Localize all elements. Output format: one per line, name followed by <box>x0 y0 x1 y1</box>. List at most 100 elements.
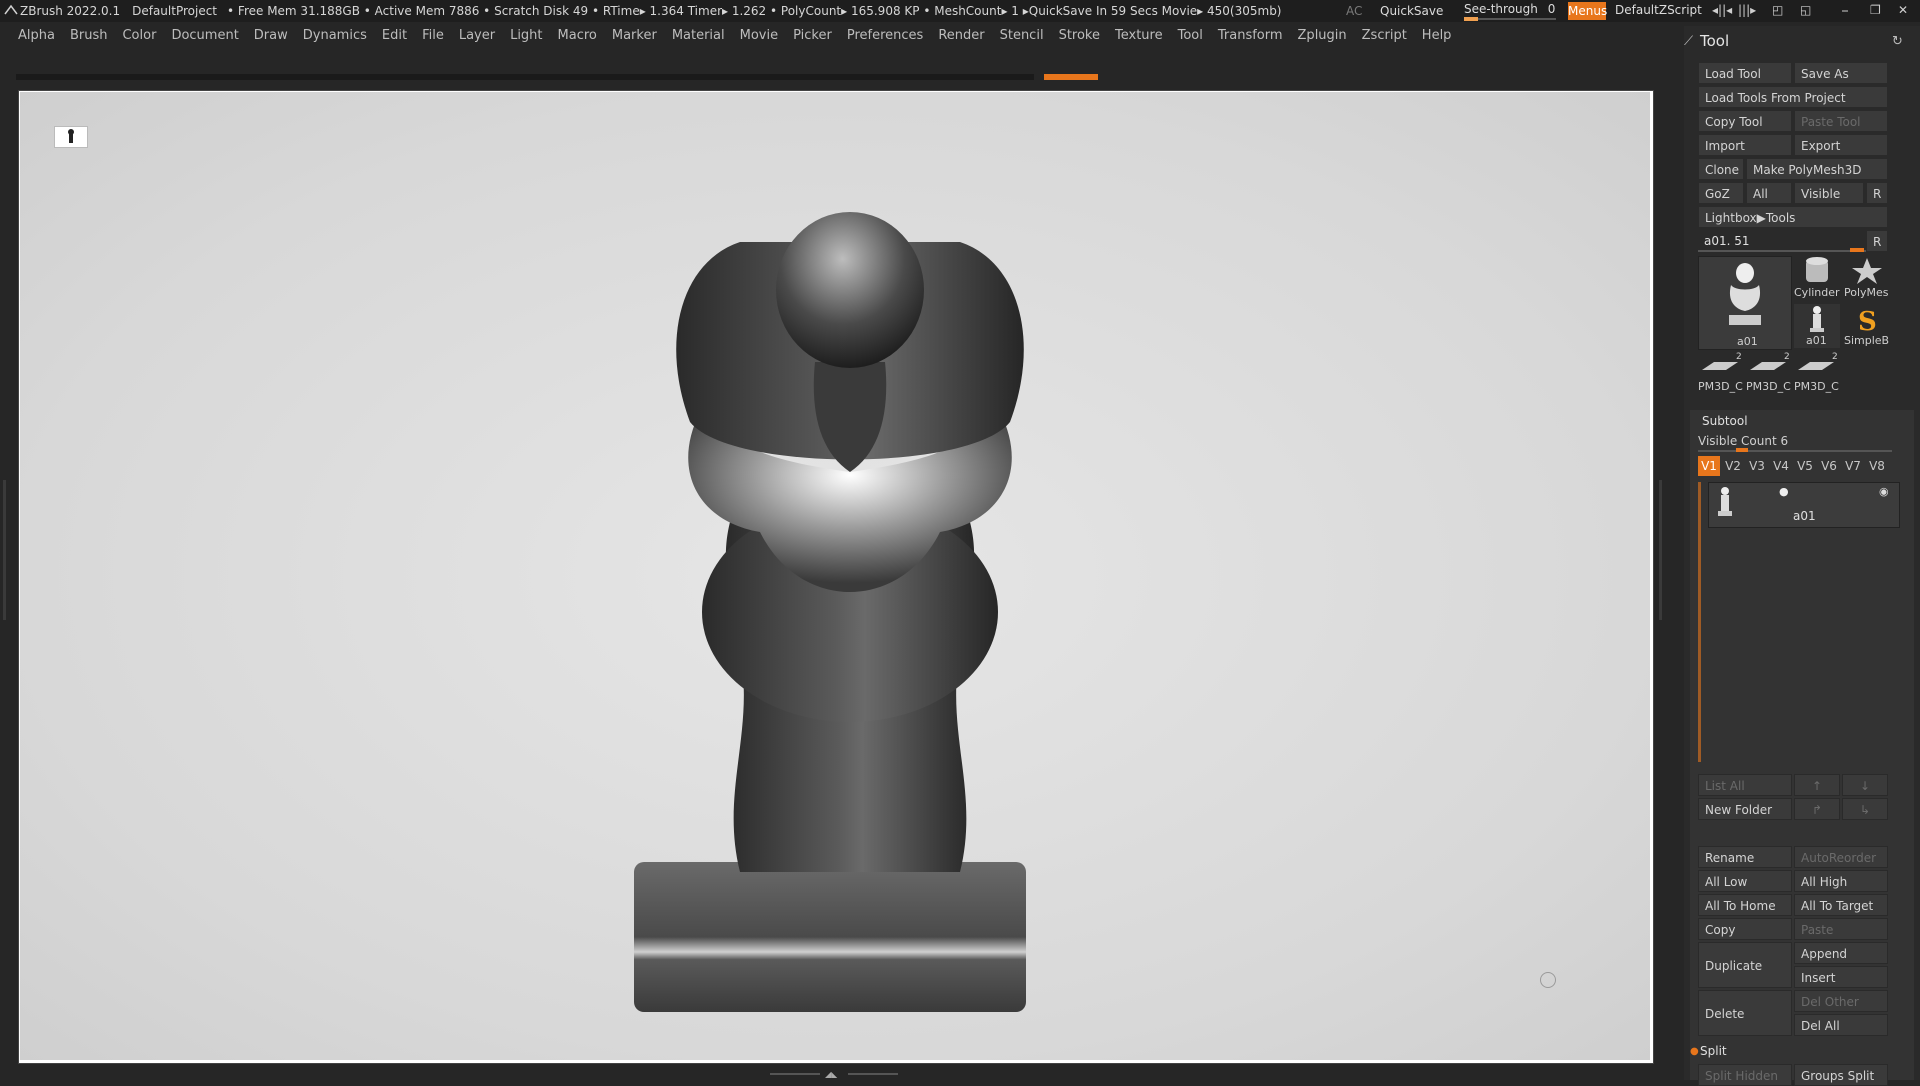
document-canvas[interactable] <box>20 92 1650 1060</box>
see-through-knob[interactable] <box>1464 17 1478 21</box>
paste-button[interactable]: Paste <box>1794 918 1888 940</box>
menu-zplugin[interactable]: Zplugin <box>1298 28 1347 43</box>
menu-draw[interactable]: Draw <box>254 28 288 43</box>
resize-icon-b[interactable]: |||▸ <box>1738 3 1756 17</box>
menu-brush[interactable]: Brush <box>70 28 108 43</box>
current-tool-slider[interactable]: a01. 51 <box>1698 230 1866 252</box>
tool-thumb-pm3d-3[interactable]: 2 PM3D_C <box>1794 352 1840 396</box>
insert-button[interactable]: Insert <box>1794 966 1888 988</box>
menu-tool[interactable]: Tool <box>1178 28 1203 43</box>
all-to-home-button[interactable]: All To Home <box>1698 894 1792 916</box>
menu-texture[interactable]: Texture <box>1115 28 1163 43</box>
navigator-thumbnail[interactable] <box>54 126 88 148</box>
rename-button[interactable]: Rename <box>1698 846 1792 868</box>
menu-dynamics[interactable]: Dynamics <box>303 28 367 43</box>
menu-stencil[interactable]: Stencil <box>1000 28 1044 43</box>
subtool-list-scrollbar[interactable] <box>1698 482 1701 762</box>
minimize-icon[interactable]: ⎯ <box>1842 3 1848 18</box>
all-to-target-button[interactable]: All To Target <box>1794 894 1888 916</box>
folder-out-icon[interactable]: ↳ <box>1842 798 1888 820</box>
visibility-tab-v3[interactable]: V3 <box>1746 456 1768 476</box>
all-low-button[interactable]: All Low <box>1698 870 1792 892</box>
autoreorder-button[interactable]: AutoReorder <box>1794 846 1888 868</box>
tool-thumb-polymesh[interactable]: PolyMes <box>1844 256 1890 300</box>
layout-icon-a[interactable]: ◰ <box>1772 3 1783 17</box>
quicksave-button[interactable]: QuickSave <box>1380 4 1443 18</box>
default-zscript-button[interactable]: DefaultZScript <box>1615 3 1702 17</box>
subtool-item[interactable]: ◉ ● a01 <box>1708 482 1900 528</box>
split-section-title[interactable]: Split <box>1700 1044 1727 1058</box>
split-hidden-button[interactable]: Split Hidden <box>1698 1064 1792 1086</box>
menu-edit[interactable]: Edit <box>382 28 407 43</box>
make-polymesh3d-button[interactable]: Make PolyMesh3D <box>1746 158 1888 180</box>
visibility-tab-v4[interactable]: V4 <box>1770 456 1792 476</box>
tool-thumb-pm3d-2[interactable]: 2 PM3D_C <box>1746 352 1792 396</box>
visibility-tab-v5[interactable]: V5 <box>1794 456 1816 476</box>
right-tray-grip[interactable] <box>1656 480 1666 620</box>
visibility-tab-v1[interactable]: V1 <box>1698 456 1720 476</box>
canvas-corner-icon[interactable] <box>1540 972 1556 988</box>
load-tool-button[interactable]: Load Tool <box>1698 62 1792 84</box>
new-folder-button[interactable]: New Folder <box>1698 798 1792 820</box>
visible-count-slider[interactable]: Visible Count 6 <box>1698 432 1892 452</box>
menu-movie[interactable]: Movie <box>740 28 778 43</box>
all-high-button[interactable]: All High <box>1794 870 1888 892</box>
menu-stroke[interactable]: Stroke <box>1059 28 1100 43</box>
menu-material[interactable]: Material <box>672 28 725 43</box>
tool-thumb-pm3d-1[interactable]: 2 PM3D_C <box>1698 352 1744 396</box>
menus-toggle-button[interactable]: Menus <box>1568 2 1607 20</box>
ac-label[interactable]: AC <box>1346 4 1362 18</box>
groups-split-button[interactable]: Groups Split <box>1794 1064 1888 1086</box>
menu-transform[interactable]: Transform <box>1218 28 1283 43</box>
menu-file[interactable]: File <box>422 28 444 43</box>
visibility-tab-v8[interactable]: V8 <box>1866 456 1888 476</box>
visibility-tab-v7[interactable]: V7 <box>1842 456 1864 476</box>
current-tool-slider-knob[interactable] <box>1850 248 1864 252</box>
goz-all-button[interactable]: All <box>1746 182 1792 204</box>
menu-zscript[interactable]: Zscript <box>1362 28 1407 43</box>
tool-thumb-a01-small[interactable]: a01 <box>1794 304 1840 348</box>
tool-slider-r-button[interactable]: R <box>1866 230 1888 252</box>
move-up-icon[interactable]: ↑ <box>1794 774 1840 796</box>
append-button[interactable]: Append <box>1794 942 1888 964</box>
folder-in-icon[interactable]: ↱ <box>1794 798 1840 820</box>
sculpture-model[interactable] <box>20 92 1650 1060</box>
goz-r-button[interactable]: R <box>1866 182 1888 204</box>
visibility-tab-v6[interactable]: V6 <box>1818 456 1840 476</box>
timeline-strip[interactable] <box>16 74 1034 80</box>
pin-icon[interactable]: ⟋ <box>1684 34 1693 49</box>
see-through-slider[interactable]: See-through 0 <box>1464 2 1556 21</box>
list-all-button[interactable]: List All <box>1698 774 1792 796</box>
close-icon[interactable]: ✕ <box>1898 3 1908 17</box>
move-down-icon[interactable]: ↓ <box>1842 774 1888 796</box>
del-other-button[interactable]: Del Other <box>1794 990 1888 1012</box>
del-all-button[interactable]: Del All <box>1794 1014 1888 1036</box>
refresh-icon[interactable]: ↻ <box>1892 34 1903 49</box>
export-button[interactable]: Export <box>1794 134 1888 156</box>
menu-render[interactable]: Render <box>938 28 984 43</box>
subtool-visibility-eye-icon[interactable]: ◉ <box>1879 485 1889 498</box>
menu-picker[interactable]: Picker <box>793 28 832 43</box>
menu-preferences[interactable]: Preferences <box>847 28 923 43</box>
visibility-tab-v2[interactable]: V2 <box>1722 456 1744 476</box>
project-name[interactable]: DefaultProject <box>132 4 217 18</box>
menu-color[interactable]: Color <box>122 28 156 43</box>
load-tools-from-project-button[interactable]: Load Tools From Project <box>1698 86 1888 108</box>
clone-button[interactable]: Clone <box>1698 158 1744 180</box>
visible-count-knob[interactable] <box>1736 448 1748 452</box>
resize-icon-a[interactable]: ◂||◂ <box>1712 3 1732 17</box>
subtool-polypaint-icon[interactable]: ● <box>1779 485 1789 498</box>
tool-thumb-simplebrush[interactable]: S SimpleB <box>1844 304 1890 348</box>
layout-icon-b[interactable]: ◱ <box>1800 3 1811 17</box>
menu-document[interactable]: Document <box>171 28 238 43</box>
maximize-icon[interactable]: ❐ <box>1870 3 1881 17</box>
delete-button[interactable]: Delete <box>1698 990 1792 1036</box>
tool-thumb-a01-large[interactable]: a01 <box>1698 256 1792 350</box>
import-button[interactable]: Import <box>1698 134 1792 156</box>
subtool-title[interactable]: Subtool <box>1702 414 1748 428</box>
tool-thumb-cylinder[interactable]: Cylinder <box>1794 256 1840 300</box>
menu-light[interactable]: Light <box>510 28 542 43</box>
bottom-tray-grip[interactable]: ◢◣ <box>770 1070 900 1079</box>
menu-layer[interactable]: Layer <box>459 28 495 43</box>
menu-help[interactable]: Help <box>1422 28 1452 43</box>
